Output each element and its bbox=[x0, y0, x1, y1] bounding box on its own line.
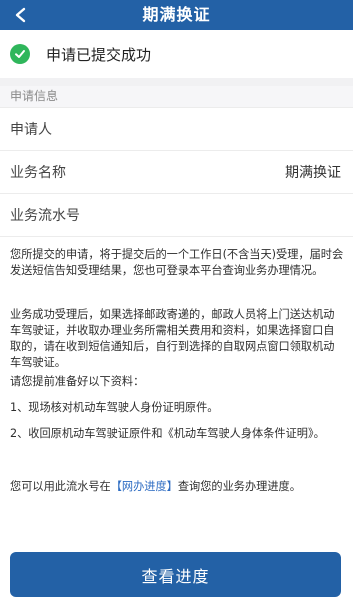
notice-paragraph: 您可以用此流水号在【网办进度】查询您的业务办理进度。 bbox=[10, 479, 344, 495]
notice-paragraph: 1、现场核对机动车驾驶人身份证明原件。 bbox=[10, 401, 219, 414]
field-business-name: 业务名称 期满换证 bbox=[0, 151, 353, 194]
page-title: 期满换证 bbox=[142, 5, 211, 24]
field-label: 业务流水号 bbox=[10, 208, 80, 224]
notice-text: 查询您的业务办理进度。 bbox=[177, 480, 301, 493]
progress-link[interactable]: 【网办进度】 bbox=[111, 480, 178, 493]
section-divider bbox=[0, 78, 353, 86]
nav-bar: 期满换证 bbox=[0, 0, 353, 30]
notice-text: 您可以用此流水号在 bbox=[10, 480, 111, 493]
notice-paragraph: 2、收回原机动车驾驶证原件和《机动车驾驶人身体条件证明》。 bbox=[10, 427, 325, 440]
notice-paragraph: 业务成功受理后，如果选择邮政寄递的，邮政人员将上门送达机动车驾驶证，并收取办理业… bbox=[10, 308, 335, 369]
success-message: 申请已提交成功 bbox=[46, 45, 152, 64]
section-header: 申请信息 bbox=[0, 86, 353, 108]
field-label: 申请人 bbox=[10, 122, 52, 138]
check-circle-icon bbox=[10, 44, 30, 64]
field-label: 业务名称 bbox=[10, 165, 66, 181]
field-applicant: 申请人 bbox=[0, 108, 353, 151]
success-banner: 申请已提交成功 bbox=[0, 30, 353, 78]
notice-section: 您所提交的申请，将于提交后的一个工作日(不含当天)受理，届时会发送短信告知受理结… bbox=[0, 237, 353, 537]
notice-paragraph: 请您提前准备好以下资料： bbox=[10, 375, 145, 388]
page: 期满换证 申请已提交成功 申请信息 申请人 业务名称 期满换证 业务流水号 您所… bbox=[0, 0, 353, 605]
field-serial-number: 业务流水号 bbox=[0, 194, 353, 237]
field-value: 期满换证 bbox=[285, 165, 341, 181]
view-progress-button[interactable]: 查看进度 bbox=[10, 552, 341, 597]
footer: 查看进度 bbox=[0, 537, 353, 605]
notice-paragraph: 您所提交的申请，将于提交后的一个工作日(不含当天)受理，届时会发送短信告知受理结… bbox=[10, 248, 344, 277]
